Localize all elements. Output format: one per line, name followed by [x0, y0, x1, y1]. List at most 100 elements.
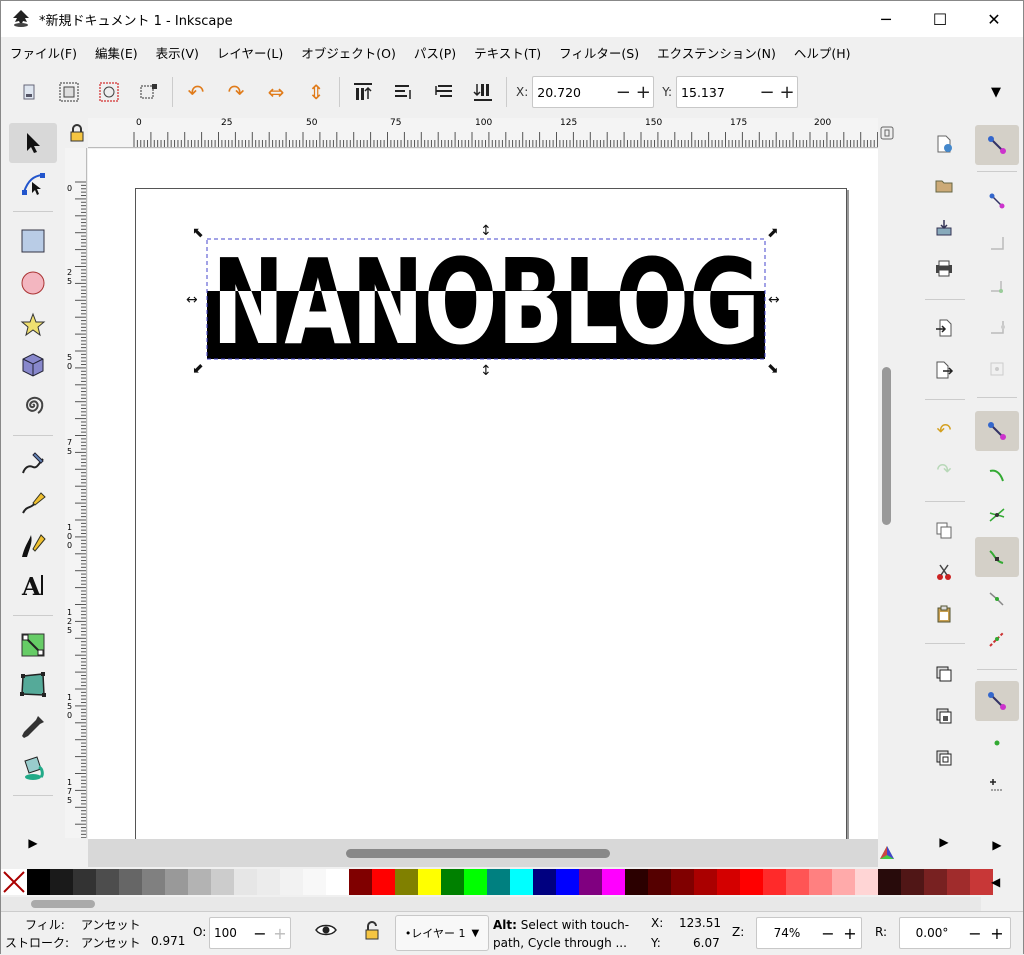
unlink-clone-button[interactable]	[927, 741, 961, 775]
color-swatch[interactable]	[740, 869, 763, 895]
close-button[interactable]: ✕	[971, 1, 1017, 37]
guide-lock-button[interactable]	[65, 118, 88, 148]
x-spinbox[interactable]: 20.720 − +	[532, 76, 655, 108]
lower-button[interactable]	[423, 72, 463, 112]
snap-others-button[interactable]	[975, 681, 1019, 721]
select-same-button[interactable]	[89, 72, 129, 112]
color-swatch[interactable]	[901, 869, 924, 895]
color-swatch[interactable]	[464, 869, 487, 895]
snap-line-midpoints-button[interactable]	[975, 619, 1019, 659]
text-tool[interactable]: A	[9, 565, 57, 605]
color-swatch[interactable]	[418, 869, 441, 895]
import-button[interactable]	[927, 311, 961, 345]
opacity-spinbox[interactable]: 100 − +	[209, 917, 291, 949]
select-all-layers-button[interactable]	[49, 72, 89, 112]
color-swatch[interactable]	[280, 869, 303, 895]
color-swatch[interactable]	[165, 869, 188, 895]
select-all-button[interactable]	[9, 72, 49, 112]
color-managed-button[interactable]	[878, 839, 896, 867]
star-tool[interactable]	[9, 305, 57, 345]
color-swatch[interactable]	[786, 869, 809, 895]
snap-paths-button[interactable]	[975, 455, 1019, 495]
color-swatch[interactable]	[50, 869, 73, 895]
layer-visibility-toggle[interactable]	[315, 922, 337, 941]
stroke-value[interactable]: アンセット	[81, 934, 141, 951]
maximize-button[interactable]: ☐	[917, 1, 963, 37]
rotate-spinbox[interactable]: 0.00° − +	[899, 917, 1011, 949]
vertical-scrollbar[interactable]	[878, 149, 896, 839]
pen-tool[interactable]	[9, 483, 57, 523]
snap-bbox-button[interactable]	[975, 181, 1019, 221]
layer-lock-toggle[interactable]	[363, 921, 381, 944]
zoom-input[interactable]: 74%	[757, 926, 817, 940]
snap-bbox-corner-button[interactable]	[975, 265, 1019, 305]
vertical-scroll-thumb[interactable]	[882, 367, 891, 525]
menu-edit[interactable]: 編集(E)	[86, 43, 147, 62]
color-swatch[interactable]	[372, 869, 395, 895]
menu-view[interactable]: 表示(V)	[147, 43, 208, 62]
pencil-tool[interactable]	[9, 443, 57, 483]
color-swatch[interactable]	[73, 869, 96, 895]
paste-button[interactable]	[927, 597, 961, 631]
color-swatch[interactable]	[441, 869, 464, 895]
color-swatch[interactable]	[625, 869, 648, 895]
opacity-input[interactable]: 100	[210, 926, 250, 940]
snap-bbox-center-button[interactable]	[975, 349, 1019, 389]
mesh-tool[interactable]	[9, 665, 57, 705]
snap-toggle-button[interactable]	[975, 125, 1019, 165]
x-increment-button[interactable]: +	[633, 82, 653, 103]
minimize-button[interactable]: ─	[863, 1, 909, 37]
layer-dropdown[interactable]: •レイヤー 1 ▼	[395, 915, 489, 951]
color-swatch[interactable]	[924, 869, 947, 895]
calligraphy-tool[interactable]	[9, 525, 57, 565]
menu-filters[interactable]: フィルター(S)	[550, 43, 648, 62]
color-swatch[interactable]	[326, 869, 349, 895]
color-swatch[interactable]	[303, 869, 326, 895]
redo-button[interactable]: ↷	[927, 453, 961, 487]
color-swatch[interactable]	[878, 869, 901, 895]
rotate-cw-step-button[interactable]: +	[986, 924, 1008, 943]
color-swatch[interactable]	[763, 869, 786, 895]
clone-button[interactable]	[927, 699, 961, 733]
dropper-tool[interactable]	[9, 707, 57, 747]
color-swatch[interactable]	[671, 869, 694, 895]
commands-expand-button[interactable]: ▶	[927, 825, 961, 859]
x-decrement-button[interactable]: −	[613, 82, 633, 103]
color-swatch[interactable]	[234, 869, 257, 895]
color-swatch[interactable]	[602, 869, 625, 895]
rectangle-tool[interactable]	[9, 221, 57, 261]
color-swatch[interactable]	[487, 869, 510, 895]
color-swatch[interactable]	[349, 869, 372, 895]
3d-box-tool[interactable]	[9, 345, 57, 385]
y-spinbox[interactable]: 15.137 − +	[676, 76, 799, 108]
canvas-corner-button[interactable]	[878, 118, 896, 148]
y-increment-button[interactable]: +	[777, 82, 797, 103]
export-button[interactable]	[927, 353, 961, 387]
color-swatch[interactable]	[142, 869, 165, 895]
opacity-decrement-button[interactable]: −	[250, 924, 270, 943]
color-swatch[interactable]	[947, 869, 970, 895]
color-swatch[interactable]	[96, 869, 119, 895]
duplicate-button[interactable]	[927, 657, 961, 691]
color-swatch[interactable]	[211, 869, 234, 895]
open-button[interactable]	[927, 169, 961, 203]
snap-bbox-edge-button[interactable]	[975, 223, 1019, 263]
color-swatch[interactable]	[395, 869, 418, 895]
palette-scrollbar[interactable]	[1, 897, 981, 911]
undo-button[interactable]: ↶	[927, 413, 961, 447]
cut-button[interactable]	[927, 555, 961, 589]
zoom-spinbox[interactable]: 74% − +	[756, 917, 862, 949]
snap-bbox-midpoint-button[interactable]	[975, 307, 1019, 347]
rotate-ccw-step-button[interactable]: −	[964, 924, 986, 943]
snap-cusp-nodes-button[interactable]	[975, 537, 1019, 577]
ellipse-tool[interactable]	[9, 263, 57, 303]
menu-extensions[interactable]: エクステンション(N)	[648, 43, 785, 62]
color-swatch[interactable]	[27, 869, 50, 895]
spiral-tool[interactable]	[9, 385, 57, 425]
menu-object[interactable]: オブジェクト(O)	[292, 43, 405, 62]
snap-rotation-center-button[interactable]	[975, 763, 1019, 803]
y-input[interactable]: 15.137	[677, 85, 757, 100]
y-decrement-button[interactable]: −	[757, 82, 777, 103]
color-swatch[interactable]	[556, 869, 579, 895]
rotate-input[interactable]: 0.00°	[900, 926, 964, 940]
